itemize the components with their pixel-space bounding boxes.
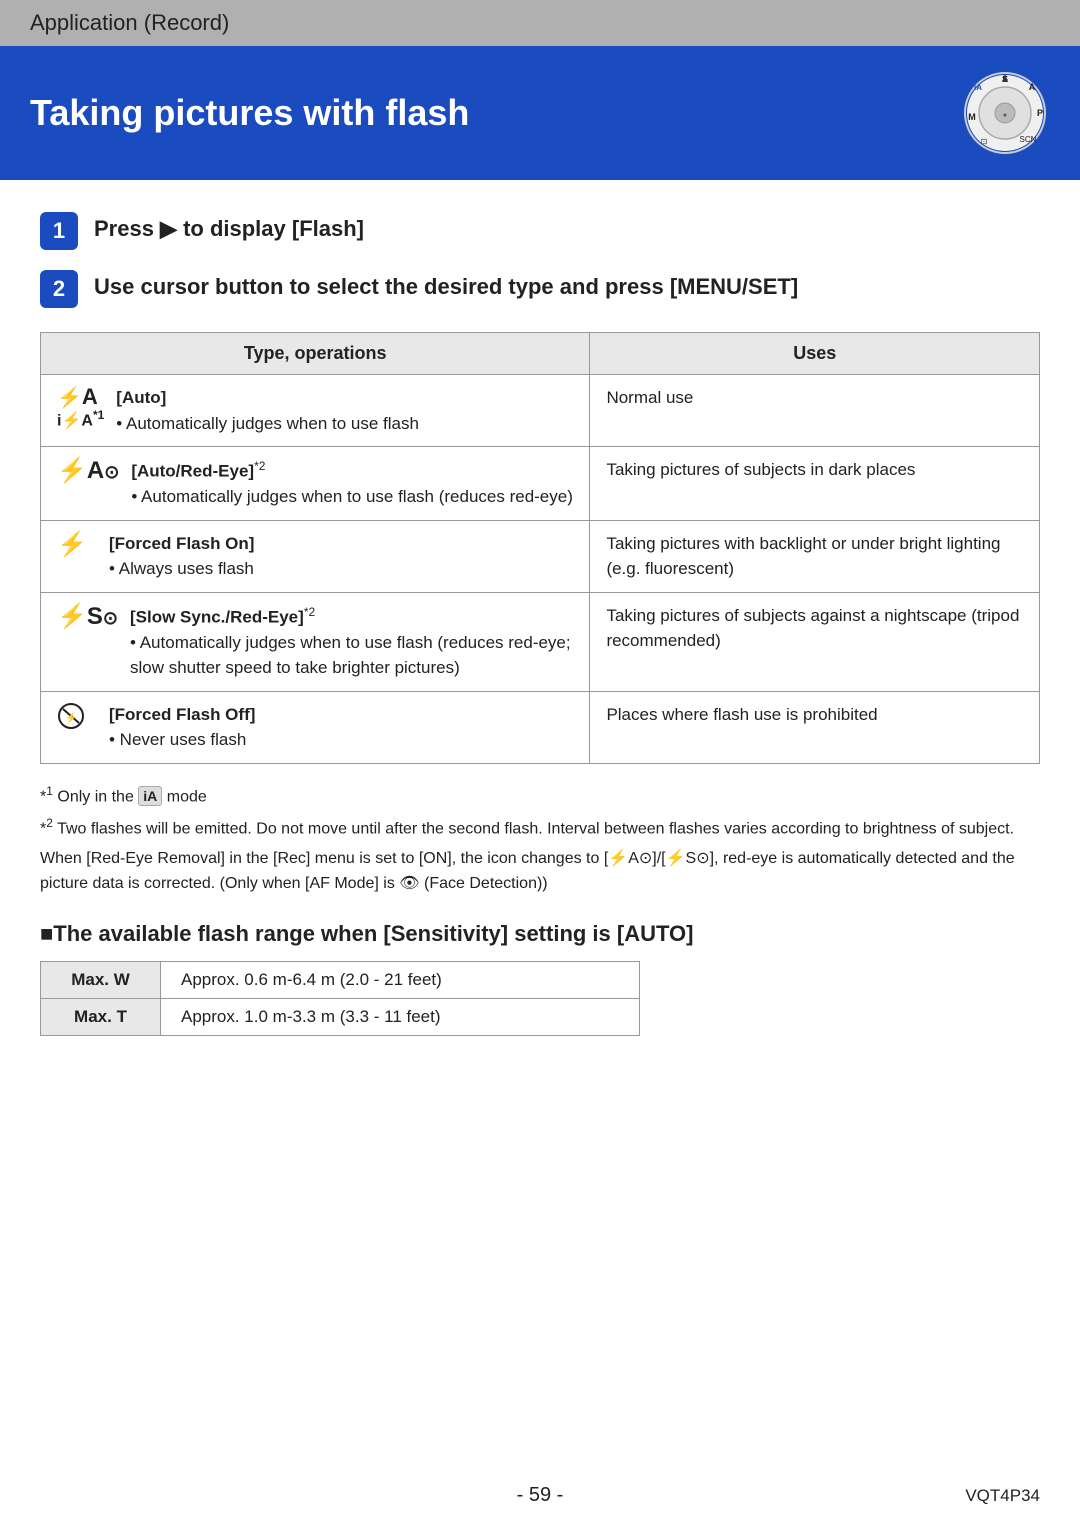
type-desc: [Forced Flash Off] • Never uses flash (109, 702, 573, 753)
table-row: ⚡A i⚡A*1 [Auto] • Automatically judges w… (41, 375, 1040, 447)
range-label-max-w: Max. W (41, 961, 161, 998)
svg-text:⚡: ⚡ (65, 711, 77, 724)
step-2: 2 Use cursor button to select the desire… (40, 268, 1040, 308)
svg-text:●: ● (1003, 112, 1007, 119)
flash-forced-on-icon: ⚡ (57, 531, 97, 560)
uses-cell: Normal use (590, 375, 1040, 447)
top-bar: Application (Record) (0, 0, 1080, 46)
svg-text:P: P (1037, 108, 1043, 118)
svg-text:SCN: SCN (1020, 135, 1037, 144)
range-row-max-t: Max. T Approx. 1.0 m-3.3 m (3.3 - 11 fee… (41, 998, 640, 1035)
top-bar-title: Application (Record) (30, 10, 229, 35)
table-row: ⚡ [Forced Flash Off] • Never uses flash … (41, 691, 1040, 763)
range-label-max-t: Max. T (41, 998, 161, 1035)
step-1: 1 Press ▶ to display [Flash] (40, 210, 1040, 250)
footnote-1: *1 Only in the iA mode (40, 782, 1040, 810)
page-footer: - 59 - VQT4P34 (0, 1484, 1080, 1507)
table-row: ⚡A⊙ [Auto/Red-Eye]*2 • Automatically jud… (41, 447, 1040, 521)
footnotes: *1 Only in the iA mode *2 Two flashes wi… (40, 782, 1040, 897)
type-desc: [Auto] • Automatically judges when to us… (116, 385, 573, 436)
uses-cell: Taking pictures of subjects in dark plac… (590, 447, 1040, 521)
content-area: 1 Press ▶ to display [Flash] 2 Use curso… (0, 180, 1080, 1106)
type-cell: ⚡A i⚡A*1 [Auto] • Automatically judges w… (41, 375, 590, 447)
type-desc: [Auto/Red-Eye]*2 • Automatically judges … (131, 457, 573, 510)
page-title: Taking pictures with flash (30, 92, 469, 134)
camera-dial: S A P SCN ⊡ M iA ● (960, 68, 1050, 158)
page-number: - 59 - (517, 1484, 564, 1507)
svg-text:A: A (1029, 82, 1036, 92)
flash-off-icon: ⚡ (57, 702, 97, 738)
uses-cell: Taking pictures of subjects against a ni… (590, 592, 1040, 691)
svg-text:M: M (968, 112, 976, 122)
type-cell: ⚡A⊙ [Auto/Red-Eye]*2 • Automatically jud… (41, 447, 590, 521)
svg-text:iA: iA (974, 83, 982, 92)
step-1-text: Press ▶ to display [Flash] (94, 210, 364, 245)
type-desc: [Slow Sync./Red-Eye]*2 • Automatically j… (130, 603, 573, 681)
uses-cell: Places where flash use is prohibited (590, 691, 1040, 763)
type-cell: ⚡ [Forced Flash On] • Always uses flash (41, 520, 590, 592)
step-1-number: 1 (40, 212, 78, 250)
range-row-max-w: Max. W Approx. 0.6 m-6.4 m (2.0 - 21 fee… (41, 961, 640, 998)
col-uses-header: Uses (590, 333, 1040, 375)
type-desc: [Forced Flash On] • Always uses flash (109, 531, 573, 582)
footnote-3: When [Red-Eye Removal] in the [Rec] menu… (40, 846, 1040, 897)
type-cell: ⚡ [Forced Flash Off] • Never uses flash (41, 691, 590, 763)
flash-slow-sync-icon: ⚡S⊙ (57, 603, 118, 632)
range-value-max-t: Approx. 1.0 m-3.3 m (3.3 - 11 feet) (161, 998, 640, 1035)
step-2-number: 2 (40, 270, 78, 308)
flash-table: Type, operations Uses ⚡A i⚡A*1 (40, 332, 1040, 764)
footnote-2: *2 Two flashes will be emitted. Do not m… (40, 814, 1040, 842)
flash-range-title: ■The available flash range when [Sensiti… (40, 921, 1040, 947)
model-number: VQT4P34 (965, 1486, 1040, 1506)
uses-cell: Taking pictures with backlight or under … (590, 520, 1040, 592)
type-cell: ⚡S⊙ [Slow Sync./Red-Eye]*2 • Automatical… (41, 592, 590, 691)
svg-text:⊡: ⊡ (981, 137, 988, 146)
flash-auto-icon: ⚡A i⚡A*1 (57, 385, 104, 430)
flash-range-table: Max. W Approx. 0.6 m-6.4 m (2.0 - 21 fee… (40, 961, 640, 1036)
range-value-max-w: Approx. 0.6 m-6.4 m (2.0 - 21 feet) (161, 961, 640, 998)
step-2-text: Use cursor button to select the desired … (94, 268, 798, 303)
page-header: Taking pictures with flash S A P SCN ⊡ M… (0, 46, 1080, 180)
table-row: ⚡S⊙ [Slow Sync./Red-Eye]*2 • Automatical… (41, 592, 1040, 691)
col-type-header: Type, operations (41, 333, 590, 375)
table-row: ⚡ [Forced Flash On] • Always uses flash … (41, 520, 1040, 592)
flash-redeye-icon: ⚡A⊙ (57, 457, 119, 486)
